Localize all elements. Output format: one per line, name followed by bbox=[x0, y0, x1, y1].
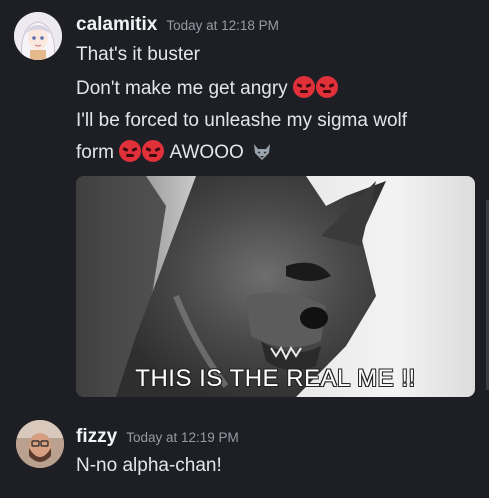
avatar[interactable] bbox=[16, 420, 64, 468]
username[interactable]: calamitix bbox=[76, 14, 157, 36]
anime-girl-avatar-icon bbox=[14, 12, 62, 60]
message-line: Don't make me get angry bbox=[76, 76, 339, 101]
timestamp: Today at 12:19 PM bbox=[126, 430, 239, 445]
message-line: N-no alpha-chan! bbox=[76, 455, 222, 476]
angry-face-icon bbox=[142, 140, 165, 162]
wolf-icon bbox=[254, 144, 271, 160]
username[interactable]: fizzy bbox=[76, 426, 117, 448]
wolf-gif[interactable]: THIS IS THE REAL ME !! bbox=[76, 176, 475, 397]
wolf-image bbox=[76, 176, 386, 397]
avatar[interactable] bbox=[14, 12, 62, 60]
angry-face-icon bbox=[292, 76, 315, 98]
message-line: That's it buster bbox=[76, 44, 201, 65]
message-text: form bbox=[76, 142, 114, 163]
message-line: form AWOOO bbox=[76, 140, 272, 165]
message-text: Don't make me get angry bbox=[76, 78, 288, 99]
angry-face-icon bbox=[315, 76, 338, 98]
timestamp: Today at 12:18 PM bbox=[166, 18, 279, 33]
bearded-man-avatar-icon bbox=[16, 420, 64, 468]
message-line: I'll be forced to unleashe my sigma wolf bbox=[76, 110, 408, 131]
gif-caption: THIS IS THE REAL ME !! bbox=[135, 365, 416, 392]
angry-face-icon bbox=[119, 140, 142, 162]
message-text: AWOOO bbox=[169, 142, 244, 163]
